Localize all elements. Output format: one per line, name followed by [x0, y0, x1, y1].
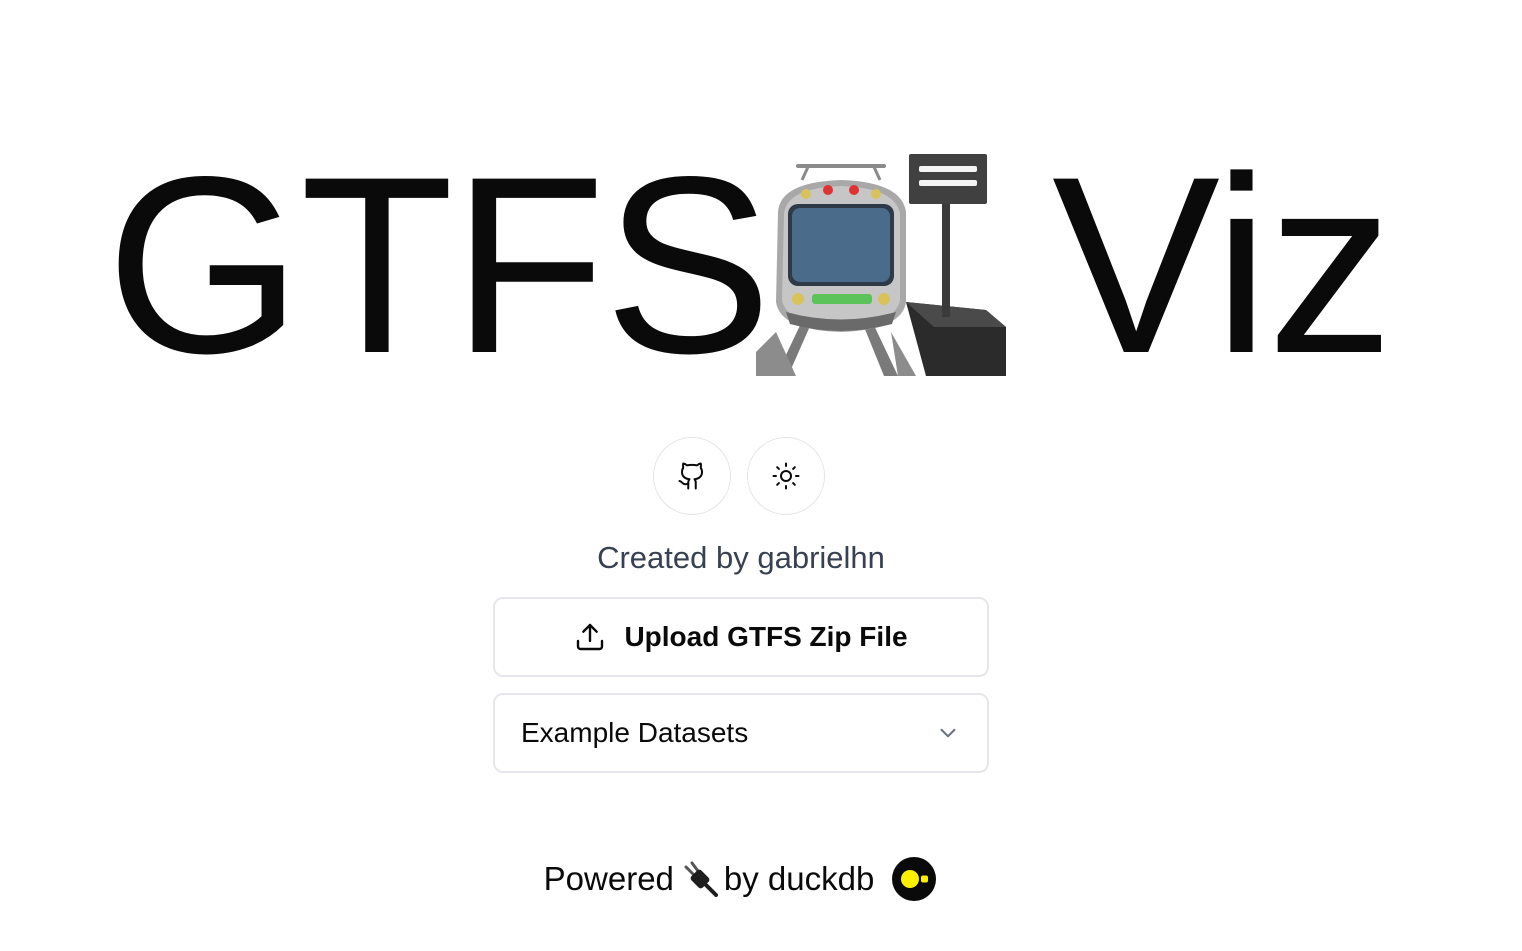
header-actions: [653, 437, 825, 515]
github-icon: [678, 462, 704, 490]
theme-toggle-button[interactable]: [747, 437, 825, 515]
page: GTFS Viz Created by gabrielhn Upload GTF…: [0, 0, 1522, 951]
hero-title: GTFS Viz: [0, 125, 1522, 406]
credit-text: Created by gabrielhn: [597, 540, 885, 575]
station-train-emoji-icon: [756, 154, 1006, 376]
upload-icon: [577, 623, 604, 651]
github-button[interactable]: [653, 437, 731, 515]
sun-icon: [772, 462, 800, 490]
duckdb-logo-icon[interactable]: [892, 857, 937, 901]
title-viz: Viz: [1052, 125, 1394, 406]
chevron-down-icon: [940, 728, 956, 738]
upload-gtfs-button[interactable]: Upload GTFS Zip File: [493, 597, 989, 677]
footer-powered-text: Powered: [543, 860, 674, 897]
footer-powered-by: Powered by duckdb: [0, 855, 1480, 903]
footer-by-duckdb-text: by duckdb: [723, 860, 875, 897]
electric-plug-icon: [684, 861, 718, 897]
example-datasets-select[interactable]: Example Datasets: [493, 693, 989, 773]
example-datasets-label: Example Datasets: [521, 717, 749, 748]
upload-label: Upload GTFS Zip File: [624, 621, 908, 652]
title-gtfs: GTFS: [106, 125, 772, 406]
